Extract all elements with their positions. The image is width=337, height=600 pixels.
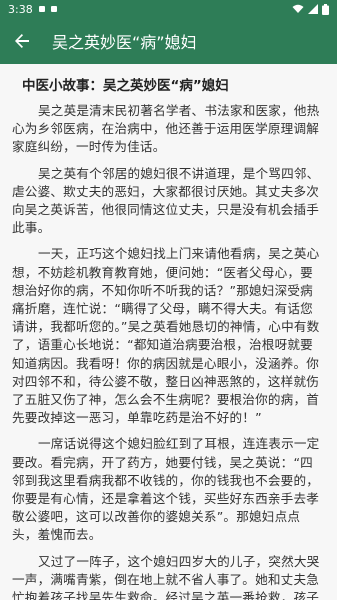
article-paragraph: 吴之英有个邻居的媳妇很不讲道理，是个骂四邻、虐公婆、欺丈夫的恶妇，大家都很讨厌她… bbox=[12, 165, 320, 236]
article-paragraph: 一席话说得这个媳妇脸红到了耳根，连连表示一定要改。看完病，开了药方，她要付钱，吴… bbox=[12, 436, 320, 543]
wifi-icon bbox=[292, 4, 304, 13]
notification-square-icon bbox=[38, 6, 45, 12]
status-time: 3:38 bbox=[8, 2, 33, 16]
app-bar: 吴之英妙医“病”媳妇 bbox=[0, 18, 337, 64]
status-left: 3:38 bbox=[8, 3, 57, 16]
status-bar: 3:38 bbox=[0, 0, 337, 18]
page-title: 吴之英妙医“病”媳妇 bbox=[52, 33, 197, 52]
back-button[interactable] bbox=[0, 18, 44, 64]
arrow-left-icon bbox=[15, 34, 29, 48]
article-title: 中医小故事：吴之英妙医“病”媳妇 bbox=[22, 78, 229, 94]
battery-icon bbox=[322, 3, 329, 15]
status-right bbox=[292, 3, 329, 15]
article-paragraph: 一天，正巧这个媳妇找上门来请他看病，吴之英心想，不妨趁机教育教育她，便问她：“医… bbox=[12, 246, 320, 426]
notification-square-icon bbox=[50, 6, 57, 12]
article-paragraph: 又过了一阵子，这个媳妇四岁大的儿子，突然大哭一声，满嘴青紫，倒在地上就不省人事了… bbox=[12, 553, 320, 600]
signal-icon bbox=[308, 4, 318, 14]
article-paragraph: 吴之英是清末民初著名学者、书法家和医家，他热心为乡邻医病，在治病中，他还善于运用… bbox=[12, 103, 320, 155]
article-content[interactable]: 中医小故事：吴之英妙医“病”媳妇 吴之英是清末民初著名学者、书法家和医家，他热心… bbox=[0, 64, 337, 600]
